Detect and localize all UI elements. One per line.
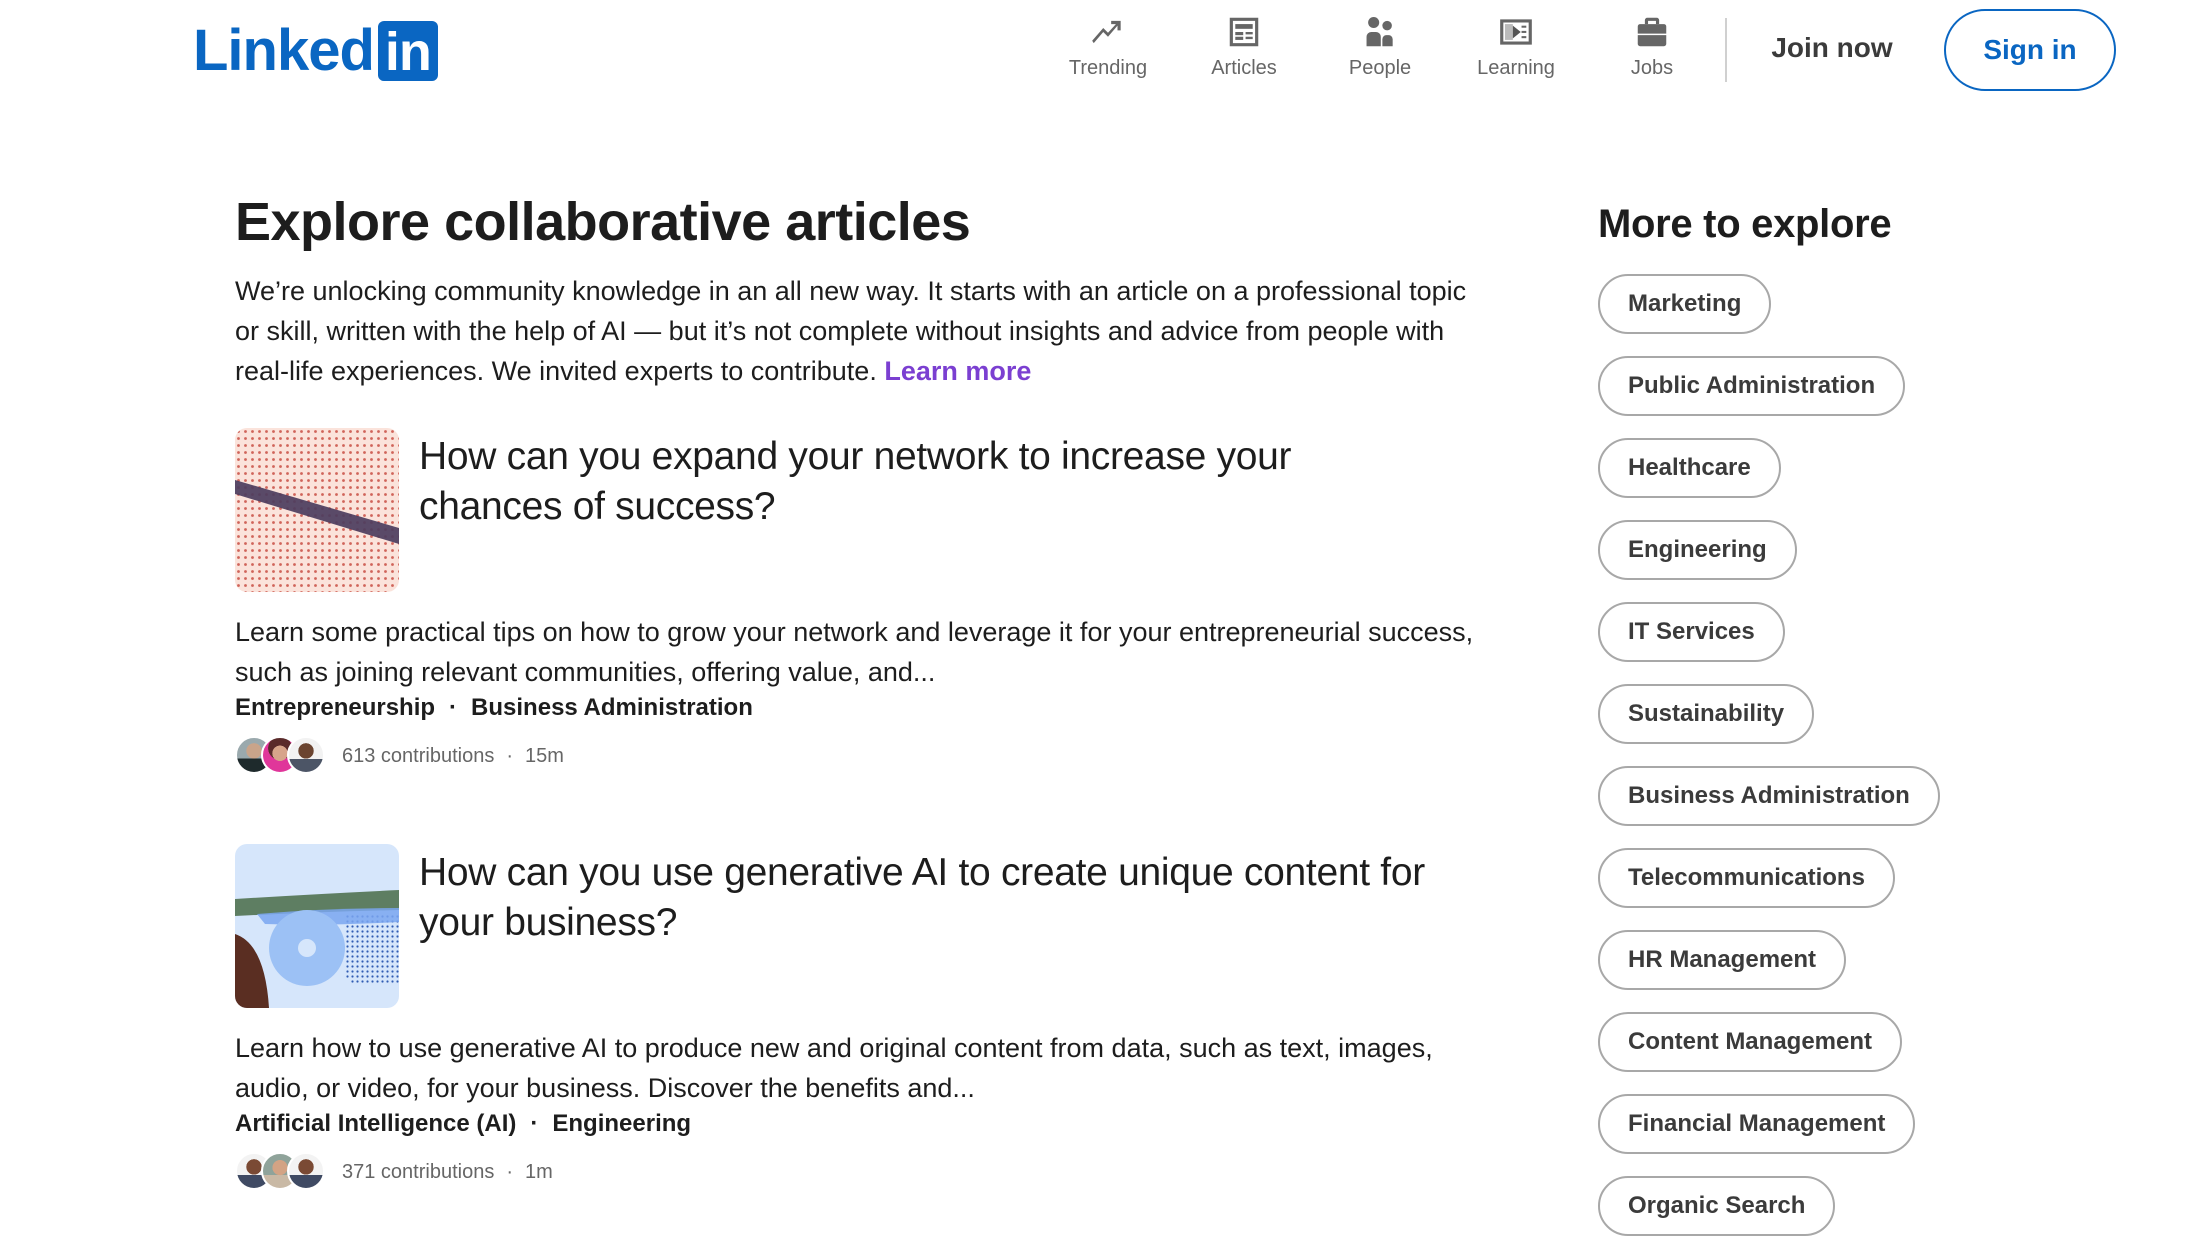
join-now-button[interactable]: Join now xyxy=(1760,12,1904,84)
topic-pill-it-services[interactable]: IT Services xyxy=(1598,602,1785,662)
contribution-count: 613 contributions xyxy=(342,744,495,767)
article-card: How can you expand your network to incre… xyxy=(235,428,1475,776)
meta-separator: · xyxy=(506,744,513,767)
topic-pill-healthcare[interactable]: Healthcare xyxy=(1598,438,1781,498)
topic-pill-list: Marketing Public Administration Healthca… xyxy=(1598,274,2098,1254)
contributor-avatars xyxy=(235,736,330,776)
trending-icon xyxy=(1086,12,1130,52)
nav-trending[interactable]: Trending xyxy=(1040,12,1176,88)
article-card: How can you use generative AI to create … xyxy=(235,844,1475,1192)
article-description: Learn how to use generative AI to produc… xyxy=(235,1033,1433,1103)
people-icon xyxy=(1358,12,1402,52)
article-age: 15m xyxy=(525,744,564,767)
topic-pill-telecommunications[interactable]: Telecommunications xyxy=(1598,848,1895,908)
articles-icon xyxy=(1222,12,1266,52)
generative-ai-illustration-icon xyxy=(235,844,399,1008)
article-tags: Artificial Intelligence (AI) · Engineeri… xyxy=(235,1110,1475,1138)
avatar xyxy=(287,736,325,774)
intro-paragraph: We’re unlocking community knowledge in a… xyxy=(235,271,1475,391)
nav-label: Jobs xyxy=(1630,57,1674,79)
linkedin-logo[interactable]: Linked in xyxy=(193,20,438,82)
article-tags: Entrepreneurship · Business Administrati… xyxy=(235,694,1475,722)
nav-label: People xyxy=(1348,57,1412,79)
topic-pill-hr-management[interactable]: HR Management xyxy=(1598,930,1847,990)
topic-pill-public-administration[interactable]: Public Administration xyxy=(1598,356,1906,416)
tag-link[interactable]: Engineering xyxy=(552,1110,691,1138)
nav-learning[interactable]: Learning xyxy=(1448,12,1584,88)
topic-pill-marketing[interactable]: Marketing xyxy=(1598,274,1772,334)
nav-label: Learning xyxy=(1477,57,1555,79)
nav-jobs[interactable]: Jobs xyxy=(1584,12,1720,88)
article-description: Learn some practical tips on how to grow… xyxy=(235,617,1474,687)
topic-pill-content-management[interactable]: Content Management xyxy=(1598,1012,1903,1072)
article-title-link[interactable]: How can you use generative AI to create … xyxy=(419,848,1459,948)
nav-label: Trending xyxy=(1068,57,1148,79)
nav-people[interactable]: People xyxy=(1312,12,1448,88)
article-head: How can you expand your network to incre… xyxy=(235,428,1475,592)
main-nav: Trending Articles People Learning Jobs xyxy=(1040,12,1720,88)
tag-link[interactable]: Entrepreneurship xyxy=(235,694,435,722)
top-navigation-bar: Linked in Trending Articles People Learn… xyxy=(0,0,2190,100)
article-thumbnail[interactable] xyxy=(235,428,399,592)
topic-pill-sustainability[interactable]: Sustainability xyxy=(1598,684,1815,744)
network-illustration-icon xyxy=(235,428,399,592)
sidebar-title: More to explore xyxy=(1598,202,1892,246)
article-title-link[interactable]: How can you expand your network to incre… xyxy=(419,432,1399,532)
article-thumbnail[interactable] xyxy=(235,844,399,1008)
topic-pill-organic-search[interactable]: Organic Search xyxy=(1598,1176,1836,1236)
sign-in-button[interactable]: Sign in xyxy=(1944,9,2116,91)
tag-separator: · xyxy=(530,1110,539,1137)
topic-pill-engineering[interactable]: Engineering xyxy=(1598,520,1797,580)
logo-in-box: in xyxy=(377,21,438,81)
nav-divider xyxy=(1725,18,1727,82)
tag-link[interactable]: Artificial Intelligence (AI) xyxy=(235,1110,516,1138)
contribution-count: 371 contributions xyxy=(342,1160,495,1183)
tag-separator: · xyxy=(449,694,458,721)
intro-text: We’re unlocking community knowledge in a… xyxy=(235,275,1467,386)
jobs-icon xyxy=(1630,12,1674,52)
main-content: Explore collaborative articles We’re unl… xyxy=(235,190,1475,1190)
tag-link[interactable]: Business Administration xyxy=(471,694,753,722)
learning-icon xyxy=(1494,12,1538,52)
learn-more-link[interactable]: Learn more xyxy=(884,356,1031,386)
topic-pill-financial-management[interactable]: Financial Management xyxy=(1598,1094,1916,1154)
nav-label: Articles xyxy=(1211,57,1277,79)
topic-pill-business-administration[interactable]: Business Administration xyxy=(1598,766,1940,826)
article-head: How can you use generative AI to create … xyxy=(235,844,1475,1008)
contributor-avatars xyxy=(235,1152,330,1192)
article-meta: 613 contributions · 15m xyxy=(235,736,1475,776)
more-to-explore-sidebar: More to explore Marketing Public Adminis… xyxy=(1598,200,2098,1254)
article-meta: 371 contributions · 1m xyxy=(235,1152,1475,1192)
meta-separator: · xyxy=(506,1160,513,1183)
nav-articles[interactable]: Articles xyxy=(1176,12,1312,88)
article-age: 1m xyxy=(525,1160,553,1183)
avatar xyxy=(287,1152,325,1190)
logo-wordmark: Linked xyxy=(193,18,375,83)
page-title: Explore collaborative articles xyxy=(235,192,971,252)
